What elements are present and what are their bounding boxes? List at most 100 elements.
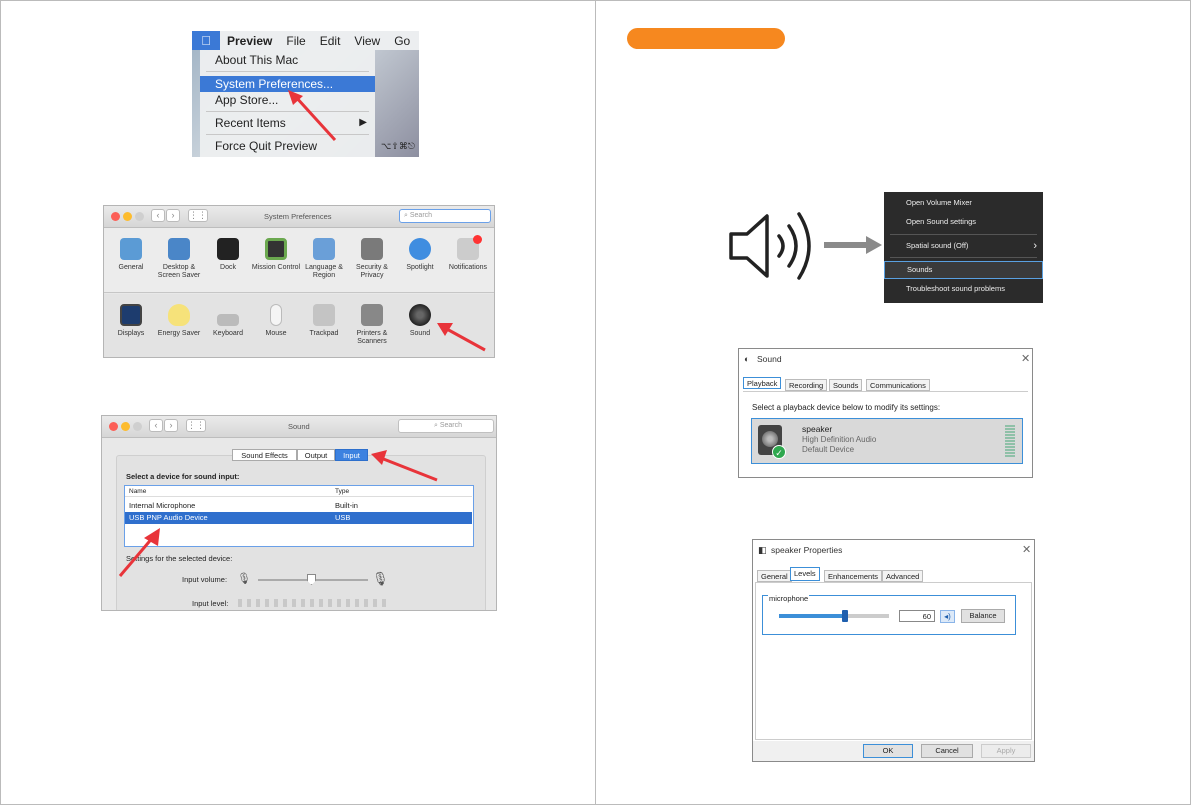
pref-desktop[interactable]: Desktop & Screen Saver xyxy=(153,238,205,280)
pref-mission-control-label: Mission Control xyxy=(251,264,301,271)
tab-communications[interactable]: Communications xyxy=(866,379,930,391)
tab-recording[interactable]: Recording xyxy=(785,379,828,391)
close-icon[interactable]: ✕ xyxy=(1021,352,1030,365)
red-arrow-icon xyxy=(437,323,486,352)
zoom-dot-icon[interactable] xyxy=(133,422,142,431)
windows-sound-dialog: ◐ Sound ✕ Playback Recording Sounds Comm… xyxy=(738,348,1033,478)
sound-dialog-title: Sound xyxy=(757,354,782,364)
mission-control-icon xyxy=(265,238,287,260)
level-value-field[interactable]: 60 xyxy=(899,610,935,622)
sound-app-icon: ◐ xyxy=(744,354,750,364)
sysprefs-title: System Preferences xyxy=(264,212,332,221)
table-row-selected[interactable]: USB PNP Audio Device USB xyxy=(125,512,472,524)
speaker-icon xyxy=(409,304,431,326)
microphone-label: microphone xyxy=(768,594,810,603)
display-icon xyxy=(120,304,142,326)
grid-view-icon[interactable]: ⋮⋮ xyxy=(188,209,208,222)
forward-button[interactable]: › xyxy=(164,419,178,432)
device-list-header: Name Type xyxy=(125,486,472,497)
sound-title: Sound xyxy=(288,422,310,431)
tab-sounds[interactable]: Sounds xyxy=(829,379,863,391)
props-titlebar: ◧ speaker Properties xyxy=(753,540,1036,562)
pref-energy[interactable]: Energy Saver xyxy=(153,304,205,338)
speaker-mute-icon[interactable]: ◂) xyxy=(940,610,955,623)
minimize-dot-icon[interactable] xyxy=(121,422,130,431)
pref-displays[interactable]: Displays xyxy=(105,304,157,338)
close-dot-icon[interactable] xyxy=(111,212,120,221)
level-slider-fill xyxy=(779,614,845,618)
tab-output[interactable]: Output xyxy=(297,449,335,461)
ctx-open-sound-settings[interactable]: Open Sound settings xyxy=(884,214,1043,230)
tab-enhancements[interactable]: Enhancements xyxy=(824,570,883,582)
forward-button[interactable]: › xyxy=(166,209,180,222)
menubar-edit[interactable]: Edit xyxy=(313,34,348,48)
device-name: speaker xyxy=(802,424,833,434)
tab-underline xyxy=(743,391,1028,392)
menubar-file[interactable]: File xyxy=(279,34,312,48)
device-item-speaker[interactable]: ✓ speaker High Definition Audio Default … xyxy=(751,418,1023,464)
apple-icon[interactable]:  xyxy=(192,31,220,50)
close-icon[interactable]: ✕ xyxy=(1022,543,1031,556)
menu-about-this-mac[interactable]: About This Mac xyxy=(200,52,375,68)
table-row[interactable]: Internal Microphone Built-in xyxy=(125,500,472,512)
ctx-sounds[interactable]: Sounds xyxy=(884,261,1043,279)
tab-levels[interactable]: Levels xyxy=(790,567,820,581)
grey-right-arrow-icon xyxy=(824,236,882,254)
sysprefs-search-input[interactable]: ⌕ Search xyxy=(399,209,491,223)
red-arrow-icon xyxy=(118,528,160,577)
close-dot-icon[interactable] xyxy=(109,422,118,431)
pref-energy-label: Energy Saver xyxy=(157,330,201,337)
minimize-dot-icon[interactable] xyxy=(123,212,132,221)
menubar-preview[interactable]: Preview xyxy=(220,34,279,48)
pref-spotlight[interactable]: Spotlight xyxy=(394,238,446,272)
cancel-button[interactable]: Cancel xyxy=(921,744,973,758)
tab-playback[interactable]: Playback xyxy=(743,377,782,389)
tab-sound-effects[interactable]: Sound Effects xyxy=(232,449,297,461)
level-slider-thumb[interactable] xyxy=(842,610,848,622)
tab-general[interactable]: General xyxy=(757,570,792,582)
pref-language[interactable]: Language & Region xyxy=(298,238,350,280)
page-divider xyxy=(595,0,596,805)
house-lock-icon xyxy=(361,238,383,260)
pref-general[interactable]: General xyxy=(105,238,157,272)
menubar-go[interactable]: Go xyxy=(387,34,417,48)
zoom-dot-icon[interactable] xyxy=(135,212,144,221)
pref-notifications[interactable]: Notifications xyxy=(442,235,494,272)
microphone-group: microphone 60 ◂) Balance xyxy=(762,594,1016,635)
balance-button[interactable]: Balance xyxy=(961,609,1005,623)
submenu-arrow-icon: ▶ xyxy=(359,117,367,128)
pref-mouse[interactable]: Mouse xyxy=(250,304,302,338)
sound-search-input[interactable]: ⌕ Search xyxy=(398,419,494,433)
ctx-troubleshoot[interactable]: Troubleshoot sound problems xyxy=(884,281,1043,297)
sound-search-placeholder: Search xyxy=(439,422,463,429)
ctx-open-volume-mixer[interactable]: Open Volume Mixer xyxy=(884,195,1043,211)
grid-view-icon[interactable]: ⋮⋮ xyxy=(186,419,206,432)
tab-input[interactable]: Input xyxy=(335,449,368,461)
volume-speaker-icon[interactable] xyxy=(725,208,815,284)
pref-dock[interactable]: Dock xyxy=(202,238,254,272)
pref-security[interactable]: Security & Privacy xyxy=(346,238,398,280)
pref-sound-label: Sound xyxy=(409,330,431,337)
apply-button[interactable]: Apply xyxy=(981,744,1031,758)
keyboard-icon xyxy=(217,314,239,326)
pref-trackpad[interactable]: Trackpad xyxy=(298,304,350,338)
ctx-spatial-sound[interactable]: Spatial sound (Off) › xyxy=(884,238,1043,254)
input-volume-label: Input volume: xyxy=(182,575,228,584)
menu-recent-label: Recent Items xyxy=(215,116,286,130)
back-button[interactable]: ‹ xyxy=(151,209,165,222)
device-name: USB PNP Audio Device xyxy=(129,513,208,522)
tab-advanced[interactable]: Advanced xyxy=(882,570,924,582)
pref-mouse-label: Mouse xyxy=(265,330,287,337)
pref-printers[interactable]: Printers & Scanners xyxy=(346,304,398,346)
col-name[interactable]: Name xyxy=(129,486,146,497)
red-arrow-icon xyxy=(288,90,337,142)
pref-mission-control[interactable]: Mission Control xyxy=(250,238,302,272)
col-type[interactable]: Type xyxy=(335,486,349,497)
pref-security-label: Security & Privacy xyxy=(356,264,388,279)
ok-button[interactable]: OK xyxy=(863,744,913,758)
pref-notifications-label: Notifications xyxy=(448,264,488,271)
menubar-view[interactable]: View xyxy=(347,34,387,48)
pref-keyboard[interactable]: Keyboard xyxy=(202,304,254,338)
back-button[interactable]: ‹ xyxy=(149,419,163,432)
desktop-icon xyxy=(168,238,190,260)
